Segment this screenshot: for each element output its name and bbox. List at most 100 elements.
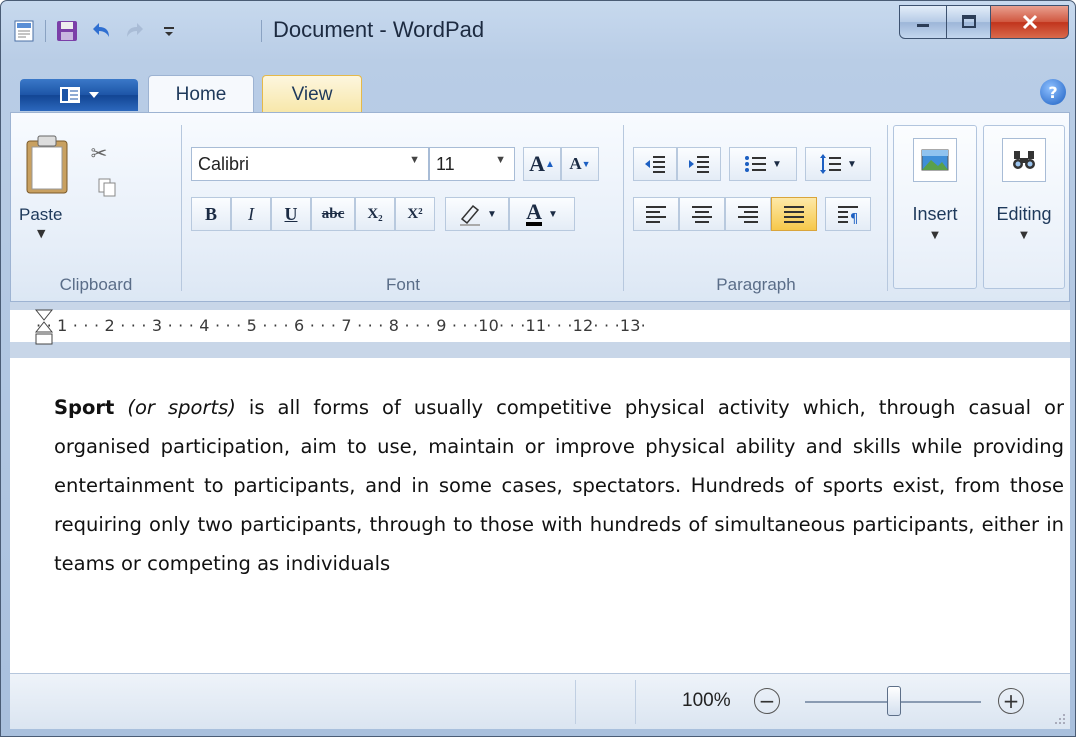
chevron-down-icon: ▼ — [772, 158, 782, 170]
line-spacing-button[interactable]: ▼ — [805, 147, 871, 181]
zoom-out-button[interactable]: − — [754, 688, 780, 714]
editing-button[interactable]: Editing ▼ — [983, 125, 1065, 289]
bold-button[interactable]: B — [191, 197, 231, 231]
group-separator — [887, 125, 888, 291]
save-icon[interactable] — [54, 18, 80, 44]
align-left-icon — [646, 206, 666, 223]
undo-icon[interactable] — [88, 18, 114, 44]
svg-text:¶: ¶ — [850, 212, 858, 224]
font-family-select[interactable]: Calibri ▼ — [191, 147, 429, 181]
help-icon[interactable]: ? — [1040, 79, 1066, 105]
line-spacing-icon — [820, 154, 842, 174]
application-menu-button[interactable] — [20, 79, 138, 111]
app-menu-icon — [60, 87, 80, 103]
minimize-icon — [917, 24, 929, 27]
customize-qat-icon[interactable] — [156, 18, 182, 44]
zoom-in-button[interactable]: + — [998, 688, 1024, 714]
bold-lead-text: Sport — [54, 396, 115, 419]
chevron-down-icon: ▼ — [409, 154, 420, 166]
picture-icon — [913, 138, 957, 182]
italic-button[interactable]: I — [231, 197, 271, 231]
redo-icon[interactable] — [122, 18, 148, 44]
font-group: Calibri ▼ 11 ▼ A▲ A▼ B I U abc X₂ X² ▼ — [183, 113, 623, 301]
caption-buttons — [899, 5, 1069, 39]
status-divider — [635, 680, 636, 724]
close-button[interactable] — [991, 5, 1069, 39]
paste-dropdown-icon[interactable]: ▼ — [37, 227, 45, 240]
group-separator — [623, 125, 624, 291]
chevron-down-icon: ▼ — [495, 154, 506, 166]
status-bar: 100% − + — [10, 673, 1070, 729]
grow-font-button[interactable]: A ▲ — [523, 147, 561, 181]
paragraph-settings-button[interactable]: ¶ — [825, 197, 871, 231]
justify-button[interactable] — [771, 197, 817, 231]
copy-icon[interactable] — [95, 175, 119, 199]
indent-marker-icon[interactable] — [34, 308, 54, 348]
align-center-button[interactable] — [679, 197, 725, 231]
tab-home[interactable]: Home — [148, 75, 254, 113]
underline-button[interactable]: U — [271, 197, 311, 231]
paragraph-group: ▼ ▼ ¶ Paragraph — [625, 113, 887, 301]
chevron-down-icon: ▼ — [847, 158, 857, 170]
body-text: is all forms of usually competitive phys… — [54, 396, 1065, 575]
insert-button[interactable]: Insert ▼ — [893, 125, 977, 289]
document-area[interactable]: Sport (or sports) is all forms of usuall… — [10, 358, 1070, 673]
chevron-down-icon: ▼ — [1020, 230, 1028, 241]
align-right-button[interactable] — [725, 197, 771, 231]
font-group-label: Font — [385, 275, 421, 294]
align-left-button[interactable] — [633, 197, 679, 231]
ruler[interactable]: · · 1 · · · 2 · · · 3 · · · 4 · · · 5 · … — [10, 302, 1070, 358]
decrease-indent-icon — [645, 156, 665, 173]
binoculars-icon — [1002, 138, 1046, 182]
shrink-font-button[interactable]: A ▼ — [561, 147, 599, 181]
group-separator — [181, 125, 182, 291]
ruler-scale: · · 1 · · · 2 · · · 3 · · · 4 · · · 5 · … — [10, 310, 1070, 342]
chevron-down-icon: ▼ — [931, 230, 939, 241]
increase-indent-icon — [689, 156, 709, 173]
qat-separator — [45, 20, 46, 42]
bullet-list-button[interactable]: ▼ — [729, 147, 797, 181]
ribbon-tab-row: Home View ? — [10, 67, 1070, 113]
paragraph-icon: ¶ — [838, 206, 858, 224]
wordpad-app-icon[interactable] — [11, 18, 37, 44]
font-size-value: 11 — [436, 153, 455, 174]
ribbon-home: Paste ▼ ✂ Clipboard Calibri ▼ 11 ▼ A ▲ A ▼ — [10, 112, 1070, 302]
zoom-slider-thumb[interactable] — [887, 686, 901, 716]
highlighter-icon — [460, 204, 481, 226]
clipboard-group: Paste ▼ ✂ Clipboard — [11, 113, 181, 301]
status-divider — [575, 680, 576, 724]
strikethrough-button[interactable]: abc — [311, 197, 355, 231]
italic-text: (or sports) — [127, 396, 236, 419]
title-bar: Document - WordPad — [1, 1, 1075, 63]
font-color-label: A — [526, 199, 542, 226]
bullet-list-icon — [745, 156, 767, 172]
maximize-button[interactable] — [947, 5, 991, 39]
quick-access-toolbar — [11, 15, 182, 47]
cut-icon[interactable]: ✂ — [87, 141, 111, 165]
editing-label: Editing — [996, 204, 1052, 224]
close-icon — [1022, 14, 1037, 30]
highlight-color-button[interactable]: ▼ — [445, 197, 509, 231]
tab-view[interactable]: View — [262, 75, 362, 113]
insert-label: Insert — [912, 204, 958, 224]
increase-indent-button[interactable] — [677, 147, 721, 181]
shrink-font-label: A — [569, 154, 582, 173]
document-paragraph[interactable]: Sport (or sports) is all forms of usuall… — [54, 388, 1064, 583]
paste-label[interactable]: Paste — [19, 205, 62, 225]
align-center-icon — [692, 206, 712, 223]
paste-button[interactable] — [23, 133, 71, 194]
justify-icon — [784, 206, 804, 223]
superscript-button[interactable]: X² — [395, 197, 435, 231]
chevron-down-icon: ▼ — [487, 208, 497, 220]
clipboard-group-label: Clipboard — [59, 275, 133, 294]
minimize-button[interactable] — [899, 5, 947, 39]
chevron-down-icon: ▼ — [547, 208, 558, 220]
subscript-button[interactable]: X₂ — [355, 197, 395, 231]
resize-grip-icon[interactable] — [1054, 713, 1066, 725]
font-size-select[interactable]: 11 ▼ — [429, 147, 515, 181]
wordpad-window: Document - WordPad Home View ? Paste ▼ ✂… — [0, 0, 1076, 737]
align-right-icon — [738, 206, 758, 223]
decrease-indent-button[interactable] — [633, 147, 677, 181]
font-color-button[interactable]: A ▼ — [509, 197, 575, 231]
font-family-value: Calibri — [198, 153, 250, 174]
